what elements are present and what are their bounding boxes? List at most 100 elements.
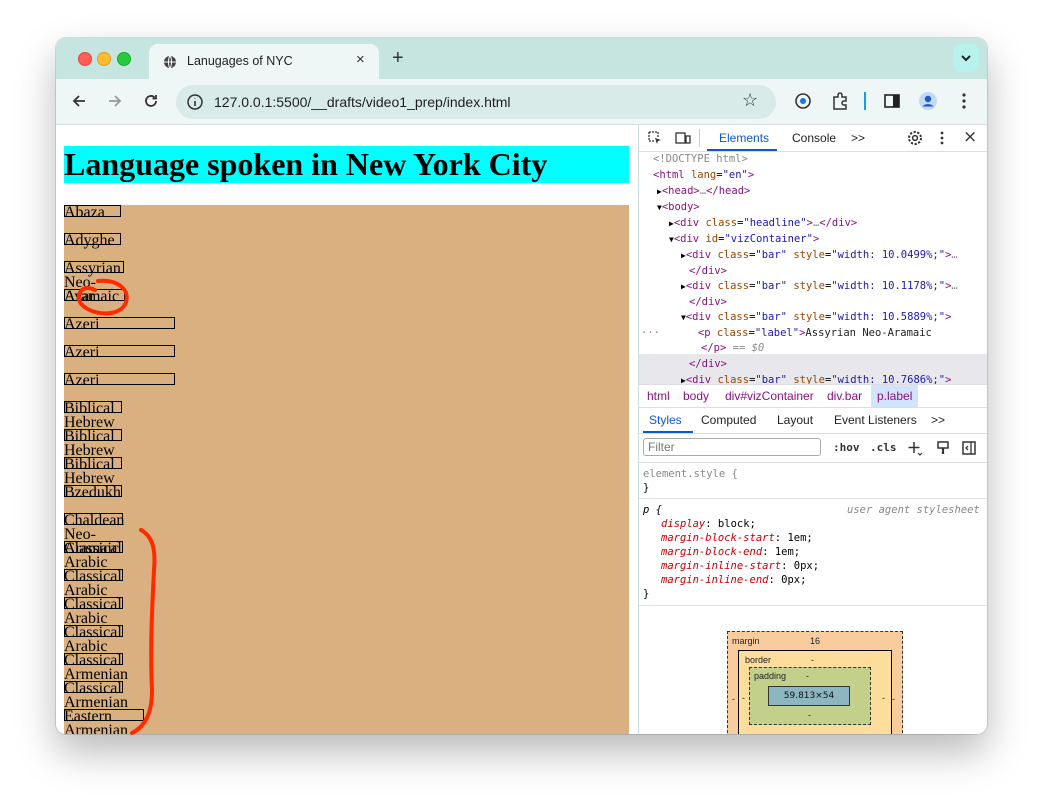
- url-text[interactable]: 127.0.0.1:5500/__drafts/video1_prep/inde…: [214, 94, 511, 110]
- dom-attr: class: [717, 374, 750, 384]
- bar-label: Azeri: [64, 344, 100, 361]
- dom-ellipsis[interactable]: …: [951, 249, 957, 261]
- dom-value: "headline": [743, 217, 807, 229]
- bookmark-star-icon[interactable]: ☆: [742, 90, 758, 111]
- box-model-content[interactable]: 59.813×54: [768, 686, 850, 706]
- dom-selected-p-node[interactable]: ··· <p class="label">Assyrian Neo-Aramai…: [641, 326, 932, 341]
- dom-close-div: </div>: [689, 357, 727, 372]
- box-model-padding[interactable]: padding - - 59.813×54: [749, 667, 871, 725]
- devtools-divider: [699, 129, 700, 147]
- devtools-menu-icon[interactable]: [937, 130, 947, 146]
- dom-value: "bar": [755, 311, 787, 323]
- dom-bar-node[interactable]: ▼<div class="bar" style="width: 10.5889%…: [681, 310, 951, 325]
- box-model-margin-right: -: [892, 694, 895, 704]
- dom-attr: class: [705, 217, 738, 229]
- breadcrumb-body[interactable]: body: [683, 389, 709, 403]
- breadcrumb-label[interactable]: p.label: [871, 385, 919, 407]
- dom-bar-node[interactable]: ▶<div class="bar" style="width: 10.1178%…: [681, 279, 958, 294]
- paint-brush-icon[interactable]: [935, 440, 951, 456]
- window-maximize-button[interactable]: [117, 52, 131, 66]
- tab-styles[interactable]: Styles: [649, 413, 682, 427]
- tab-search-button[interactable]: [953, 44, 979, 72]
- devtools-close-button[interactable]: ×: [963, 127, 977, 147]
- dom-body-node[interactable]: ▼<body>: [657, 200, 700, 215]
- back-arrow-icon[interactable]: [70, 92, 88, 110]
- dom-vizcontainer-node[interactable]: ▼<div id="vizContainer">: [669, 232, 819, 247]
- address-bar[interactable]: 127.0.0.1:5500/__drafts/video1_prep/inde…: [176, 85, 776, 119]
- css-property[interactable]: margin-block-end: 1em;: [661, 545, 800, 559]
- tab-console[interactable]: Console: [792, 131, 836, 145]
- box-model-margin[interactable]: margin 16 - - border - - - padding - - 5…: [727, 631, 903, 734]
- dom-doctype[interactable]: <!DOCTYPE html>: [653, 152, 748, 167]
- rule-close-brace: }: [643, 482, 650, 494]
- inspect-element-icon[interactable]: [647, 130, 663, 146]
- breadcrumb-html[interactable]: html: [647, 389, 670, 403]
- dom-attr: class: [716, 327, 749, 339]
- dom-value: "width: 10.1178%;": [831, 280, 946, 292]
- add-rule-icon[interactable]: [907, 440, 923, 456]
- tab-event-listeners[interactable]: Event Listeners: [834, 413, 917, 427]
- hov-button[interactable]: :hov: [833, 441, 860, 454]
- more-tabs-button[interactable]: >>: [851, 131, 865, 145]
- tab-close-button[interactable]: ×: [356, 51, 365, 68]
- forward-arrow-icon[interactable]: [106, 92, 124, 110]
- dom-headline-node[interactable]: ▶<div class="headline">…</div>: [669, 216, 857, 231]
- headline: Language spoken in New York City: [64, 146, 629, 183]
- kebab-menu-icon[interactable]: [954, 91, 974, 111]
- dom-bar-node[interactable]: ▶<div class="bar" style="width: 10.7686%…: [681, 373, 951, 384]
- dom-head-node[interactable]: ▶<head>…</head>: [657, 184, 750, 199]
- css-property-value: 0px;: [781, 574, 807, 586]
- dom-ellipsis[interactable]: …: [951, 280, 957, 292]
- browser-tab[interactable]: Lanugages of NYC ×: [149, 44, 379, 79]
- more-style-tabs[interactable]: >>: [931, 413, 945, 427]
- css-property[interactable]: display: block;: [661, 517, 756, 531]
- tab-elements[interactable]: Elements: [719, 131, 769, 145]
- box-model-margin-value: 16: [810, 636, 821, 646]
- window-minimize-button[interactable]: [97, 52, 111, 66]
- css-property[interactable]: margin-block-start: 1em;: [661, 531, 813, 545]
- css-property[interactable]: margin-inline-start: 0px;: [661, 559, 819, 573]
- dom-attr: class: [717, 280, 750, 292]
- tab-layout[interactable]: Layout: [777, 413, 813, 427]
- dom-attr: style: [793, 280, 825, 292]
- cls-button[interactable]: .cls: [870, 441, 897, 454]
- css-property[interactable]: margin-inline-end: 0px;: [661, 573, 806, 587]
- p-rule-selector[interactable]: p {: [643, 503, 662, 517]
- box-model-border-left: -: [742, 693, 745, 703]
- bar-label: Eastern Armenian: [64, 708, 128, 735]
- dom-value: "bar": [755, 249, 787, 261]
- site-info-icon[interactable]: [186, 93, 204, 111]
- active-style-tab-indicator: [643, 431, 693, 433]
- rule-divider: [639, 498, 987, 499]
- styles-filter-input[interactable]: Filter: [643, 438, 821, 456]
- globe-icon: [164, 55, 176, 69]
- box-model-border[interactable]: border - - - padding - - 59.813×54: [738, 650, 892, 734]
- window-close-button[interactable]: [78, 52, 92, 66]
- reload-icon[interactable]: [142, 92, 160, 110]
- breadcrumb-bar[interactable]: div.bar: [827, 389, 862, 403]
- device-toolbar-icon[interactable]: [675, 130, 691, 146]
- bar-label: Biblical Hebrew: [64, 456, 115, 487]
- bar-label: Abaza: [64, 204, 105, 221]
- dom-bar-node[interactable]: ▶<div class="bar" style="width: 10.0499%…: [681, 248, 958, 263]
- bar-label: Classical Arabic: [64, 540, 122, 571]
- new-tab-button[interactable]: +: [392, 47, 404, 70]
- dom-html-node[interactable]: <html lang="en">: [653, 168, 754, 183]
- tab-computed[interactable]: Computed: [701, 413, 756, 427]
- settings-gear-icon[interactable]: [907, 130, 923, 146]
- tab-title: Lanugages of NYC: [187, 54, 293, 68]
- element-style-selector[interactable]: element.style {: [643, 468, 738, 480]
- dom-tag: <html: [653, 169, 685, 181]
- bar-label: Biblical Hebrew: [64, 400, 115, 431]
- profile-avatar-icon[interactable]: [918, 91, 938, 111]
- side-panel-icon[interactable]: [882, 91, 902, 111]
- bar-label: Biblical Hebrew: [64, 428, 115, 459]
- bar-label: Adyghe: [64, 232, 115, 249]
- puzzle-icon[interactable]: [830, 91, 850, 111]
- dom-attr: class: [717, 311, 750, 323]
- css-property-value: block;: [717, 518, 756, 530]
- toggle-sidebar-icon[interactable]: [961, 440, 977, 456]
- breadcrumb-vizcontainer[interactable]: div#vizContainer: [725, 389, 814, 403]
- extension-icon[interactable]: [793, 91, 813, 111]
- browser-toolbar: 127.0.0.1:5500/__drafts/video1_prep/inde…: [56, 79, 987, 125]
